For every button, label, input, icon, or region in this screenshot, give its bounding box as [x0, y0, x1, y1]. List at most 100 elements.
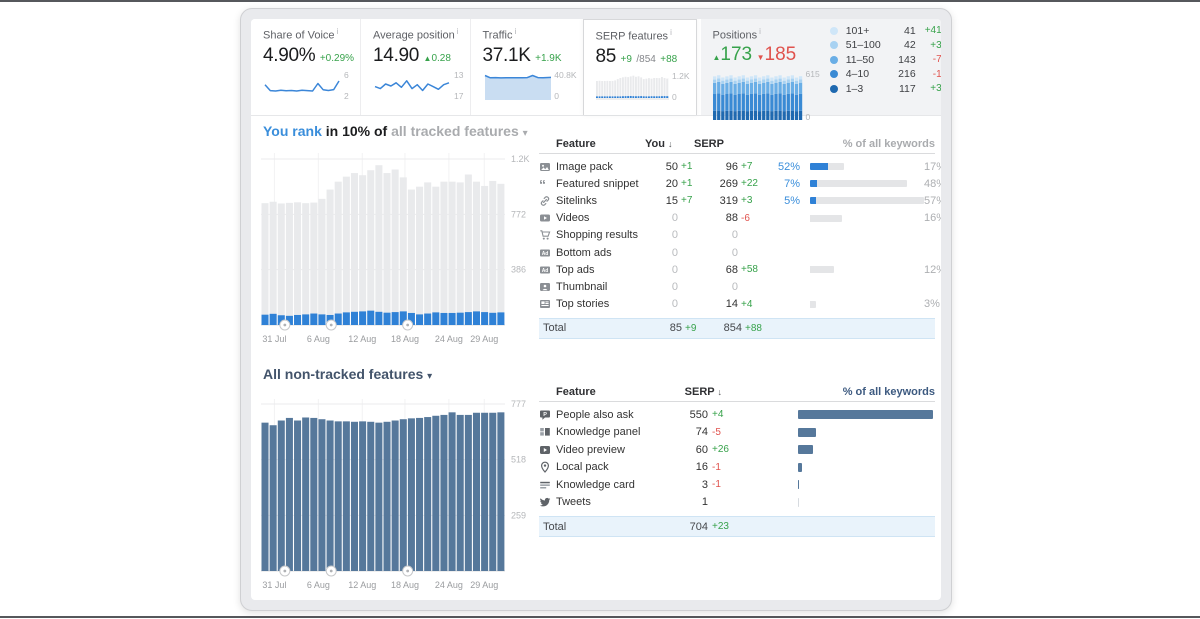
chart-bar[interactable] [310, 313, 318, 325]
tracked-features-dropdown[interactable]: all tracked features [391, 123, 519, 139]
chart-bar[interactable] [432, 186, 440, 325]
chart-bar[interactable] [326, 420, 334, 572]
chart-bar[interactable] [277, 203, 285, 325]
chart-bar[interactable] [456, 182, 464, 325]
chart-bar[interactable] [456, 414, 464, 571]
chart-bar[interactable] [464, 414, 472, 571]
chart-bar[interactable] [367, 421, 375, 571]
chart-bar[interactable] [318, 314, 326, 325]
event-marker-icon[interactable] [402, 565, 414, 577]
chart-bar[interactable] [440, 312, 448, 325]
col-pct[interactable]: % of all keywords [722, 386, 935, 398]
chart-bar[interactable] [383, 173, 391, 325]
info-icon[interactable]: i [457, 27, 459, 36]
chart-bar[interactable] [294, 314, 302, 325]
chart-bar[interactable] [489, 312, 497, 325]
info-icon[interactable]: i [337, 27, 339, 36]
chart-bar[interactable] [302, 417, 310, 571]
event-marker-icon[interactable] [325, 565, 337, 577]
positions-legend-row[interactable]: 11–50 143 -7 [829, 53, 941, 68]
chart-bar[interactable] [367, 170, 375, 325]
chart-bar[interactable] [391, 312, 399, 325]
chart-bar[interactable] [416, 186, 424, 325]
chart-bar[interactable] [342, 312, 350, 325]
chart-bar[interactable] [342, 421, 350, 571]
chart-bar[interactable] [302, 203, 310, 325]
chart-bar[interactable] [375, 311, 383, 325]
chart-bar[interactable] [350, 421, 358, 571]
chart-bar[interactable] [416, 314, 424, 325]
chart-bar[interactable] [472, 412, 480, 571]
metric-card-serp-features-selected[interactable]: SERP features i 85 +9 /854 +88 1.2K 0 [582, 19, 697, 115]
chart-bar[interactable] [448, 181, 456, 325]
chart-bar[interactable] [407, 189, 415, 325]
chart-bar[interactable] [310, 202, 318, 325]
chart-bar[interactable] [481, 185, 489, 325]
chart-bar[interactable] [497, 312, 505, 325]
chart-bar[interactable] [294, 420, 302, 572]
metric-card-average-position[interactable]: Average position i 14.90 ▲0.28 13 17 [360, 19, 470, 115]
chart-bar[interactable] [383, 421, 391, 571]
info-icon[interactable]: i [759, 27, 761, 36]
chart-bar[interactable] [261, 314, 269, 325]
chart-bar[interactable] [269, 313, 277, 325]
chart-bar[interactable] [424, 417, 432, 571]
chart-bar[interactable] [261, 203, 269, 325]
positions-panel[interactable]: Positions i ▲173 ▼185 615 0 101+ 41 +41 51–10… [700, 19, 941, 121]
chart-bar[interactable] [326, 189, 334, 325]
chart-bar[interactable] [440, 414, 448, 571]
nontracked-section-dropdown[interactable]: All non-tracked features ▾ [263, 366, 432, 382]
chart-bar[interactable] [416, 417, 424, 571]
chart-bar[interactable] [294, 202, 302, 325]
chart-bar[interactable] [285, 202, 293, 325]
chart-bar[interactable] [359, 175, 367, 325]
positions-legend-row[interactable]: 4–10 216 -1 [829, 67, 941, 82]
chart-bar[interactable] [318, 419, 326, 571]
chart-bar[interactable] [342, 176, 350, 325]
chart-bar[interactable] [399, 177, 407, 325]
chart-bar[interactable] [310, 417, 318, 571]
chart-bar[interactable] [318, 198, 326, 325]
chart-bar[interactable] [359, 311, 367, 325]
chart-bar[interactable] [424, 182, 432, 325]
chart-bar[interactable] [391, 169, 399, 325]
chart-bar[interactable] [277, 420, 285, 572]
chart-bar[interactable] [464, 174, 472, 326]
chart-bar[interactable] [440, 181, 448, 325]
chart-bar[interactable] [464, 312, 472, 325]
chart-bar[interactable] [497, 183, 505, 325]
positions-legend-row[interactable]: 101+ 41 +41 [829, 24, 941, 39]
chart-bar[interactable] [302, 314, 310, 325]
chart-bar[interactable] [424, 313, 432, 325]
metric-card-traffic[interactable]: Traffic i 37.1K +1.9K 40.8K 0 [469, 19, 583, 115]
chart-bar[interactable] [399, 419, 407, 571]
col-pct[interactable]: % of all keywords [750, 138, 935, 150]
col-you-sort[interactable]: You ↓ [636, 138, 688, 150]
chevron-down-icon[interactable]: ▾ [523, 128, 528, 139]
chart-bar[interactable] [383, 312, 391, 325]
chart-bar[interactable] [407, 418, 415, 571]
chart-bar[interactable] [350, 173, 358, 325]
chart-bar[interactable] [497, 412, 505, 571]
chart-bar[interactable] [375, 422, 383, 571]
info-icon[interactable]: i [670, 28, 672, 37]
chart-bar[interactable] [456, 312, 464, 325]
metric-card-share-of-voice[interactable]: Share of Voice i 4.90% +0.29% 6 2 [251, 19, 361, 115]
chart-bar[interactable] [472, 311, 480, 325]
chart-bar[interactable] [334, 421, 342, 571]
chart-bar[interactable] [367, 310, 375, 325]
event-marker-icon[interactable] [279, 565, 291, 577]
info-icon[interactable]: i [514, 27, 516, 36]
chart-bar[interactable] [350, 311, 358, 325]
chart-bar[interactable] [261, 422, 269, 571]
chart-bar[interactable] [432, 312, 440, 325]
chart-bar[interactable] [489, 180, 497, 325]
chart-bar[interactable] [375, 165, 383, 325]
col-serp-sort[interactable]: SERP [688, 138, 750, 150]
chart-bar[interactable] [334, 181, 342, 325]
chart-bar[interactable] [481, 412, 489, 571]
chart-bar[interactable] [432, 415, 440, 571]
event-marker-icon[interactable] [279, 319, 291, 331]
positions-legend-row[interactable]: 1–3 117 +3 [829, 82, 941, 97]
chart-bar[interactable] [489, 412, 497, 571]
